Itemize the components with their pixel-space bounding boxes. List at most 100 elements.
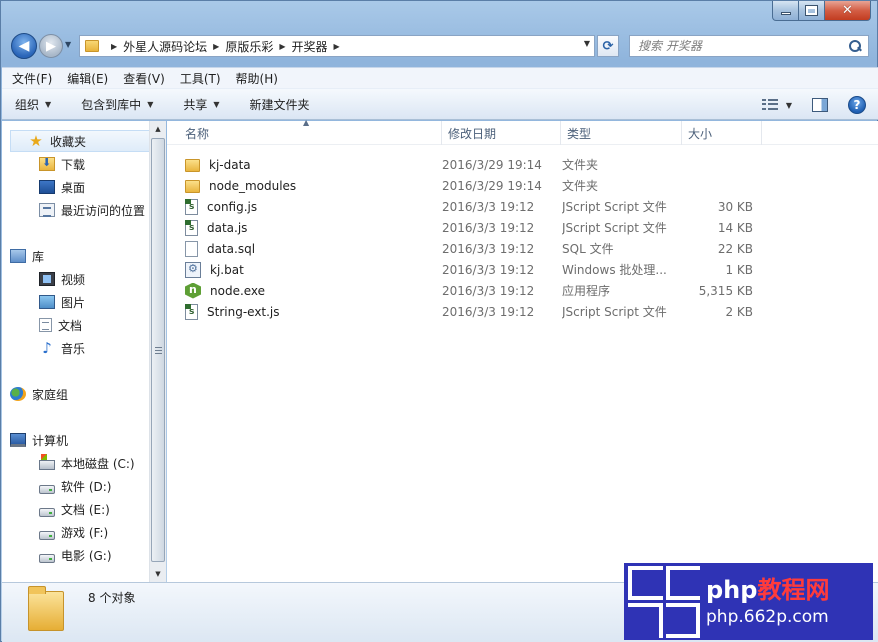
refresh-icon: ⟳ xyxy=(602,38,614,54)
breadcrumb-chevron-icon[interactable]: ▶ xyxy=(279,42,285,51)
nav-libraries-label: 库 xyxy=(32,249,45,264)
back-button[interactable]: ◀ xyxy=(11,33,37,59)
file-row[interactable]: kj-data 2016/3/29 19:14 文件夹 xyxy=(182,154,762,175)
file-row[interactable]: data.js 2016/3/3 19:12 JScript Script 文件… xyxy=(182,217,762,238)
nodejs-app-icon xyxy=(185,282,201,299)
file-name: data.js xyxy=(207,220,248,235)
nav-item-videos[interactable]: 视频 xyxy=(39,268,85,290)
nav-computer[interactable]: 计算机 xyxy=(10,429,68,451)
file-row[interactable]: data.sql 2016/3/3 19:12 SQL 文件 22 KB xyxy=(182,238,762,259)
file-row[interactable]: node.exe 2016/3/3 19:12 应用程序 5,315 KB xyxy=(182,280,762,301)
hard-drive-icon xyxy=(39,553,55,563)
nav-item-desktop[interactable]: 桌面 xyxy=(39,176,85,198)
refresh-button[interactable]: ⟳ xyxy=(597,35,619,57)
close-button[interactable]: ✕ xyxy=(825,1,871,21)
breadcrumb-chevron-icon[interactable]: ▶ xyxy=(111,42,117,51)
explorer-window: ✕ ◀ ▶ ▼ ▶ 外星人源码论坛 ▶ 原版乐彩 ▶ 开奖器 ▶ ▼ ⟳ 文件(… xyxy=(0,0,878,642)
nav-item-label: 本地磁盘 (C:) xyxy=(61,456,135,471)
folder-icon xyxy=(85,40,99,52)
file-type: JScript Script 文件 xyxy=(562,200,667,214)
breadcrumb-chevron-icon[interactable]: ▶ xyxy=(213,42,219,51)
scrollbar-thumb[interactable] xyxy=(151,138,165,562)
organize-button[interactable]: 组织 ▼ xyxy=(15,96,51,113)
hard-drive-icon xyxy=(39,530,55,540)
maximize-button[interactable] xyxy=(799,1,825,21)
nav-item-pictures[interactable]: 图片 xyxy=(39,291,85,313)
close-icon: ✕ xyxy=(842,3,853,18)
nav-item-downloads[interactable]: 下载 xyxy=(39,153,85,175)
navigation-pane-scrollbar[interactable]: ▲ ▼ xyxy=(149,121,166,582)
organize-label: 组织 xyxy=(15,97,40,112)
new-folder-button[interactable]: 新建文件夹 xyxy=(250,96,310,113)
nav-item-drive-e[interactable]: 文档 (E:) xyxy=(39,498,110,520)
file-list: ▲ 名称 修改日期 类型 大小 kj-data 2016/3/29 19:14 … xyxy=(167,118,878,582)
breadcrumb-item[interactable]: 开奖器 xyxy=(292,38,328,55)
help-icon[interactable]: ? xyxy=(848,96,866,114)
column-size[interactable]: 大小 xyxy=(682,121,762,145)
recent-pages-dropdown-icon[interactable]: ▼ xyxy=(65,40,71,49)
nav-item-music[interactable]: ♪ 音乐 xyxy=(39,337,85,359)
minimize-button[interactable] xyxy=(772,1,799,21)
file-type: 文件夹 xyxy=(562,158,599,172)
share-button[interactable]: 共享 ▼ xyxy=(183,96,219,113)
nav-favorites[interactable]: ★ 收藏夹 xyxy=(10,130,150,152)
system-drive-icon xyxy=(39,454,55,470)
file-date: 2016/3/3 19:12 xyxy=(442,220,535,235)
nav-item-label: 下载 xyxy=(61,157,86,172)
nav-item-label: 视频 xyxy=(61,272,86,287)
file-name: data.sql xyxy=(207,241,256,256)
dropdown-arrow-icon: ▼ xyxy=(213,99,220,109)
search-box[interactable] xyxy=(629,35,869,57)
back-arrow-icon: ◀ xyxy=(18,38,30,54)
menu-file[interactable]: 文件(F) xyxy=(12,70,52,87)
view-options-dropdown-icon[interactable]: ▼ xyxy=(786,101,792,110)
column-date-modified[interactable]: 修改日期 xyxy=(442,121,561,145)
menu-tools[interactable]: 工具(T) xyxy=(180,70,221,87)
include-in-library-button[interactable]: 包含到库中 ▼ xyxy=(81,96,153,113)
file-name: node.exe xyxy=(210,283,266,298)
watermark-text: php教程网 php.662p.com xyxy=(706,575,829,629)
breadcrumb-item[interactable]: 原版乐彩 xyxy=(225,38,273,55)
nav-item-documents[interactable]: 文档 xyxy=(39,314,82,336)
breadcrumb-chevron-icon[interactable]: ▶ xyxy=(334,42,340,51)
library-icon xyxy=(10,249,26,263)
grip-icon xyxy=(154,346,162,354)
nav-item-label: 电影 (G:) xyxy=(61,548,112,563)
menu-edit[interactable]: 编辑(E) xyxy=(67,70,108,87)
watermark-brand: php xyxy=(706,575,758,604)
address-history-dropdown-icon[interactable]: ▼ xyxy=(584,39,590,48)
nav-item-drive-c[interactable]: 本地磁盘 (C:) xyxy=(39,452,135,474)
menu-help[interactable]: 帮助(H) xyxy=(236,70,278,87)
address-bar[interactable]: ▶ 外星人源码论坛 ▶ 原版乐彩 ▶ 开奖器 ▶ ▼ xyxy=(79,35,595,57)
nav-item-recent-places[interactable]: 最近访问的位置 xyxy=(39,199,145,221)
forward-button[interactable]: ▶ xyxy=(39,34,63,58)
music-note-icon: ♪ xyxy=(42,339,52,357)
nav-item-drive-g[interactable]: 电影 (G:) xyxy=(39,544,112,566)
video-library-icon xyxy=(39,272,55,286)
file-row[interactable]: node_modules 2016/3/29 19:14 文件夹 xyxy=(182,175,762,196)
nav-item-drive-f[interactable]: 游戏 (F:) xyxy=(39,521,108,543)
batch-file-icon xyxy=(185,261,201,278)
search-input[interactable] xyxy=(638,37,848,55)
search-icon[interactable] xyxy=(848,39,862,53)
file-size: 2 KB xyxy=(725,304,753,319)
file-row[interactable]: String-ext.js 2016/3/3 19:12 JScript Scr… xyxy=(182,301,762,322)
scroll-down-icon[interactable]: ▼ xyxy=(150,566,166,582)
nav-homegroup[interactable]: 家庭组 xyxy=(10,383,68,405)
breadcrumb-item[interactable]: 外星人源码论坛 xyxy=(123,38,207,55)
column-name[interactable]: ▲ 名称 xyxy=(167,118,442,145)
nav-libraries[interactable]: 库 xyxy=(10,245,44,267)
scroll-up-icon[interactable]: ▲ xyxy=(150,121,166,137)
file-type: 文件夹 xyxy=(562,179,599,193)
nav-item-drive-d[interactable]: 软件 (D:) xyxy=(39,475,111,497)
preview-pane-icon[interactable] xyxy=(812,98,828,112)
navigation-bar: ◀ ▶ ▼ ▶ 外星人源码论坛 ▶ 原版乐彩 ▶ 开奖器 ▶ ▼ ⟳ xyxy=(1,31,878,63)
change-view-icon[interactable] xyxy=(761,99,780,111)
hard-drive-icon xyxy=(39,507,55,517)
menu-view[interactable]: 查看(V) xyxy=(123,70,165,87)
file-date: 2016/3/29 19:14 xyxy=(442,157,542,172)
column-type[interactable]: 类型 xyxy=(561,121,682,145)
site-logo-icon xyxy=(628,565,700,638)
file-row[interactable]: config.js 2016/3/3 19:12 JScript Script … xyxy=(182,196,762,217)
file-row[interactable]: kj.bat 2016/3/3 19:12 Windows 批处理... 1 K… xyxy=(182,259,762,280)
